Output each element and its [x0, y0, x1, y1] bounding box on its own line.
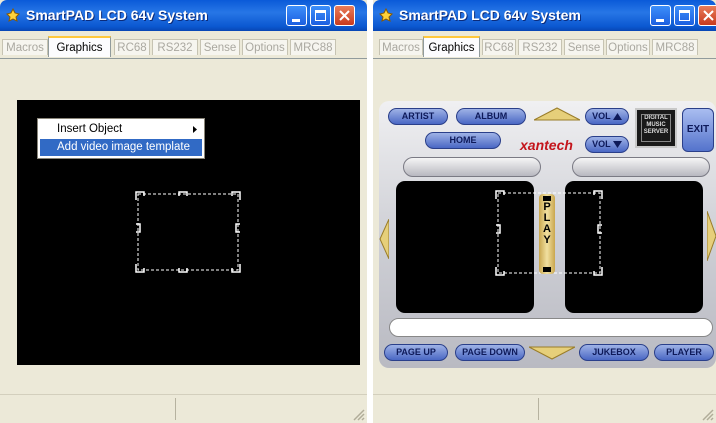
- tab-rc68[interactable]: RC68: [114, 39, 150, 55]
- triangle-up-icon: [612, 113, 622, 120]
- title-bar[interactable]: SmartPAD LCD 64v System: [373, 0, 716, 31]
- tab-macros[interactable]: Macros: [379, 39, 423, 55]
- status-divider: [175, 398, 176, 420]
- artist-button[interactable]: ARTIST: [388, 108, 448, 125]
- logo-frame: [641, 114, 671, 142]
- triangle-down-icon: [612, 141, 622, 148]
- volume-down-button[interactable]: VOL: [585, 136, 629, 153]
- status-bar: [0, 394, 367, 423]
- maximize-icon: [315, 10, 326, 21]
- tab-rs232[interactable]: RS232: [152, 39, 198, 55]
- tab-sense[interactable]: Sense: [564, 39, 604, 55]
- play-label: PLAY: [539, 202, 555, 246]
- smartpad-window-right: SmartPAD LCD 64v System Macros Graphics …: [373, 0, 716, 423]
- app-icon: [379, 8, 393, 22]
- tab-options[interactable]: Options: [606, 39, 650, 55]
- tab-sense[interactable]: Sense: [200, 39, 240, 55]
- text-field-right[interactable]: [572, 157, 710, 177]
- xantech-logo: xantech: [520, 137, 573, 153]
- status-bar: [373, 394, 716, 423]
- context-menu: Insert Object Add video image template: [37, 118, 205, 159]
- minimize-button[interactable]: [286, 5, 307, 26]
- close-button[interactable]: [334, 5, 355, 26]
- play-bar-cap-bottom: [543, 267, 551, 272]
- play-button[interactable]: PLAY: [539, 194, 555, 274]
- scroll-down-arrow-icon[interactable]: [529, 346, 575, 360]
- volume-up-button[interactable]: VOL: [585, 108, 629, 125]
- volume-up-label: VOL: [592, 111, 611, 121]
- menu-item-label: Add video image template: [57, 141, 190, 153]
- resize-grip-icon[interactable]: [700, 407, 714, 421]
- status-text-field[interactable]: [389, 318, 713, 337]
- home-button[interactable]: HOME: [425, 132, 501, 149]
- minimize-button[interactable]: [650, 5, 671, 26]
- scroll-left-arrow-icon[interactable]: [379, 219, 389, 259]
- text-field-left[interactable]: [403, 157, 541, 177]
- scroll-up-arrow-icon[interactable]: [534, 107, 580, 121]
- maximize-button[interactable]: [310, 5, 331, 26]
- video-template-frame[interactable]: [135, 191, 241, 273]
- submenu-arrow-icon: [193, 126, 197, 133]
- smartpad-window-left: SmartPAD LCD 64v System Macros Graphics …: [0, 0, 367, 423]
- minimize-icon: [292, 19, 300, 22]
- album-button[interactable]: ALBUM: [456, 108, 526, 125]
- jukebox-button[interactable]: JUKEBOX: [579, 344, 649, 361]
- page-down-button[interactable]: PAGE DOWN: [455, 344, 525, 361]
- app-icon: [6, 8, 20, 22]
- remote-skin: ARTIST ALBUM HOME VOL VOL xantech DIGITA…: [379, 101, 716, 368]
- tab-graphics[interactable]: Graphics: [48, 36, 111, 57]
- window-title: SmartPAD LCD 64v System: [26, 7, 208, 23]
- scroll-right-arrow-icon[interactable]: [707, 211, 716, 261]
- status-divider: [538, 398, 539, 420]
- player-button[interactable]: PLAYER: [654, 344, 714, 361]
- resize-grip-icon[interactable]: [351, 407, 365, 421]
- menu-item-add-video-image-template[interactable]: Add video image template: [40, 139, 202, 156]
- tab-strip: Macros Graphics RC68 RS232 Sense Options…: [373, 31, 716, 59]
- tab-mrc88[interactable]: MRC88: [290, 39, 336, 55]
- tab-strip: Macros Graphics RC68 RS232 Sense Options…: [0, 31, 367, 59]
- tab-rc68[interactable]: RC68: [482, 39, 516, 55]
- tab-rs232[interactable]: RS232: [518, 39, 562, 55]
- maximize-button[interactable]: [674, 5, 695, 26]
- menu-item-label: Insert Object: [57, 123, 123, 135]
- close-icon: [339, 10, 350, 21]
- menu-item-insert-object[interactable]: Insert Object: [40, 121, 202, 138]
- tab-graphics[interactable]: Graphics: [423, 36, 480, 57]
- page-up-button[interactable]: PAGE UP: [384, 344, 448, 361]
- graphics-canvas[interactable]: Insert Object Add video image template: [17, 100, 360, 365]
- volume-down-label: VOL: [592, 139, 611, 149]
- close-button[interactable]: [698, 5, 716, 26]
- minimize-icon: [656, 19, 664, 22]
- tab-mrc88[interactable]: MRC88: [652, 39, 698, 55]
- digital-music-server-logo: DIGITAL MUSIC SERVER: [635, 108, 677, 148]
- tab-options[interactable]: Options: [242, 39, 288, 55]
- title-bar[interactable]: SmartPAD LCD 64v System: [0, 0, 367, 31]
- maximize-icon: [679, 10, 690, 21]
- window-title: SmartPAD LCD 64v System: [399, 7, 581, 23]
- tab-macros[interactable]: Macros: [2, 39, 48, 55]
- exit-button[interactable]: EXIT: [682, 108, 714, 152]
- close-icon: [703, 10, 714, 21]
- play-letters: PLAY: [543, 201, 551, 246]
